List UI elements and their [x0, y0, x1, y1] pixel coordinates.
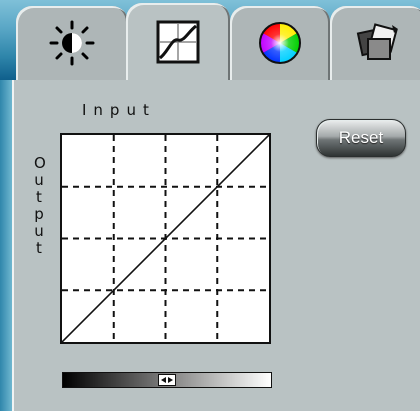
tab-brightness-contrast[interactable] [16, 6, 128, 80]
tab-curves[interactable] [126, 3, 230, 80]
curve-graph-icon [156, 20, 200, 63]
transform-icon [356, 23, 398, 60]
brightness-contrast-icon [49, 20, 95, 66]
tab-strip [0, 0, 420, 80]
color-wheel-icon [259, 22, 301, 64]
tab-color[interactable] [230, 6, 330, 80]
curve-graph[interactable] [62, 135, 269, 342]
reset-button[interactable]: Reset [316, 119, 406, 157]
curve-editor[interactable] [60, 133, 271, 344]
output-axis-label: Output [34, 154, 46, 257]
input-axis-label: Input [82, 101, 156, 119]
gradient-slider[interactable] [62, 372, 272, 388]
left-edge [0, 80, 12, 411]
tab-transform[interactable] [330, 6, 420, 80]
slider-thumb[interactable] [158, 374, 176, 386]
slider-arrows-icon [161, 377, 173, 383]
tone-curve-line[interactable] [62, 135, 269, 342]
